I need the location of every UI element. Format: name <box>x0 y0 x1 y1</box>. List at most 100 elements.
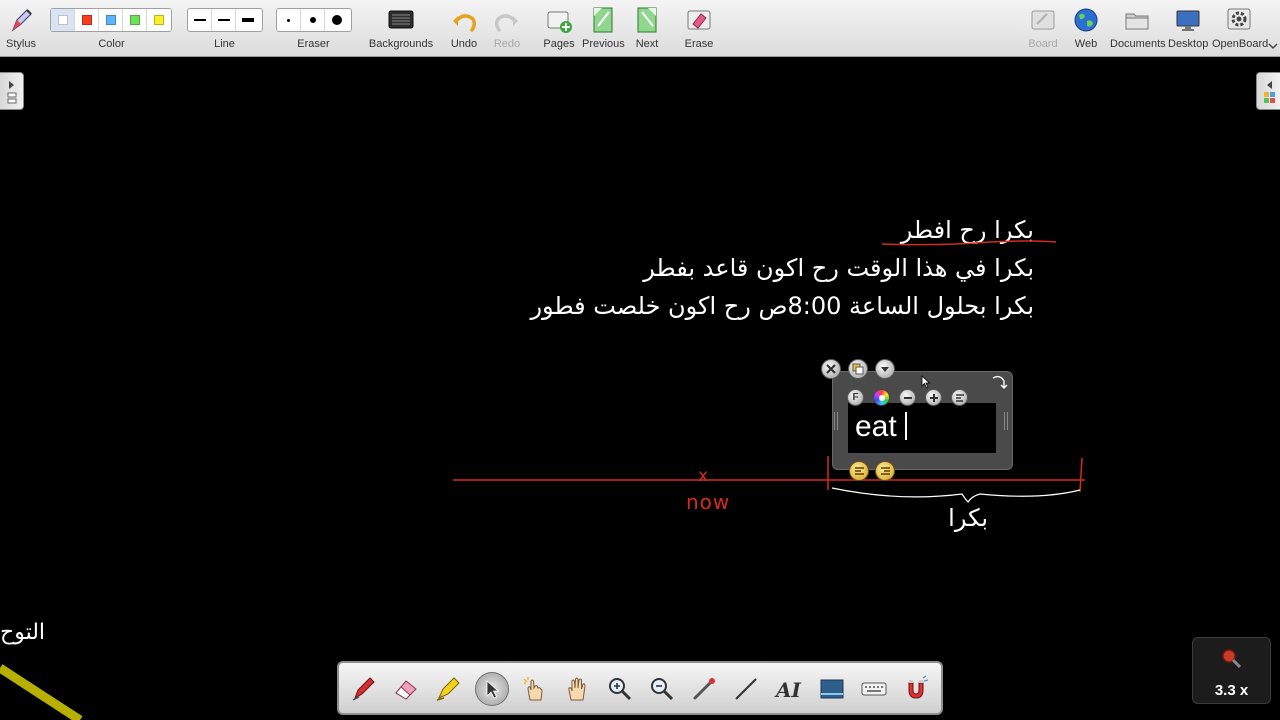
line-thick-option[interactable] <box>236 9 260 31</box>
eraser-icon <box>395 680 417 700</box>
stylus-button[interactable]: Stylus <box>2 4 40 54</box>
widget-align-right-button[interactable] <box>875 461 895 481</box>
align-right-icon <box>880 467 890 475</box>
eraser-group: Eraser <box>276 4 352 54</box>
pages-label: Pages <box>543 38 575 50</box>
text-align-button[interactable] <box>951 389 968 406</box>
magnet-tool-button[interactable] <box>899 672 933 706</box>
laser-pointer-icon <box>693 678 715 700</box>
capture-tool-button[interactable] <box>815 672 849 706</box>
minus-icon <box>903 396 912 399</box>
color-swatch-yellow[interactable] <box>147 9 171 31</box>
board-sentence-2: بكرا في هذا الوقت رح اكون قاعد بفطر <box>643 254 1034 282</box>
increase-font-button[interactable] <box>925 389 942 406</box>
board-mode-button[interactable]: Board <box>1024 4 1062 54</box>
widget-menu-button[interactable] <box>875 359 895 379</box>
backgrounds-button[interactable]: Backgrounds <box>366 4 436 54</box>
add-page-icon <box>547 11 572 33</box>
redo-label: Redo <box>493 38 521 50</box>
desktop-label: Desktop <box>1168 38 1209 50</box>
undo-button[interactable]: Undo <box>446 4 482 54</box>
resize-right-handle[interactable] <box>1004 412 1008 430</box>
text-widget-content: eat <box>855 410 897 443</box>
stylus-icon <box>11 9 32 32</box>
board-sentence-3: بكرا بحلول الساعة 8:00ص رح اكون خلصت فطو… <box>530 292 1034 320</box>
hand-tool-button[interactable] <box>560 672 594 706</box>
pen-icon <box>352 677 375 701</box>
color-label: Color <box>98 38 125 50</box>
resize-left-handle[interactable] <box>834 412 838 430</box>
font-button[interactable]: F <box>847 389 864 406</box>
eraser-size-options <box>276 8 352 32</box>
board-label: Board <box>1028 38 1058 50</box>
redo-icon <box>494 14 518 32</box>
tools-dock: AI <box>337 661 943 715</box>
line-group: Line <box>187 4 263 54</box>
capture-icon <box>820 679 844 699</box>
highlighter-tool-button[interactable] <box>431 672 465 706</box>
chevron-down-icon <box>881 367 889 372</box>
font-button-label: F <box>852 392 859 403</box>
widget-align-left-button[interactable] <box>849 461 869 481</box>
color-swatch-white[interactable] <box>51 9 75 31</box>
svg-text:AI: AI <box>774 678 802 702</box>
text-widget-editor[interactable]: eat <box>848 403 996 453</box>
right-palette-tab[interactable] <box>1256 72 1280 110</box>
pointing-hand-icon <box>523 677 543 701</box>
align-left-icon <box>955 393 964 402</box>
line-icon <box>735 678 757 700</box>
zoom-out-tool-button[interactable] <box>645 672 679 706</box>
zoom-in-tool-button[interactable] <box>603 672 637 706</box>
web-button[interactable]: Web <box>1068 4 1104 54</box>
page-thumbnails-icon <box>7 81 17 104</box>
sentence-underline <box>881 240 1057 246</box>
chevron-down-icon[interactable] <box>1268 42 1278 50</box>
color-swatch-green[interactable] <box>123 9 147 31</box>
play-tool-button[interactable] <box>517 672 551 706</box>
duplicate-widget-button[interactable] <box>848 359 868 379</box>
pen-tool-button[interactable] <box>347 672 381 706</box>
zoom-out-icon <box>651 678 674 701</box>
text-tool-button[interactable]: AI <box>771 672 805 706</box>
magnet-icon <box>908 675 929 699</box>
globe-icon <box>1074 8 1098 32</box>
erase-button[interactable]: Erase <box>680 4 718 54</box>
tomorrow-label: بكرا <box>948 504 988 532</box>
eraser-medium-option[interactable] <box>301 9 325 31</box>
rotate-icon[interactable] <box>990 373 1008 391</box>
hand-icon <box>568 677 586 701</box>
previous-page-button[interactable]: Previous <box>582 4 625 54</box>
line-medium-option[interactable] <box>212 9 236 31</box>
documents-button[interactable]: Documents <box>1110 4 1166 54</box>
line-thin-option[interactable] <box>188 9 212 31</box>
desktop-button[interactable]: Desktop <box>1168 4 1208 54</box>
selector-tool-button[interactable] <box>475 672 509 706</box>
close-widget-button[interactable] <box>821 359 841 379</box>
duplicate-icon <box>852 363 864 375</box>
color-swatch-blue[interactable] <box>99 9 123 31</box>
openboard-window: Stylus Color Line Eraser Backgrounds Und… <box>0 0 1280 720</box>
pages-button[interactable]: Pages <box>540 4 578 54</box>
eraser-small-option[interactable] <box>277 9 301 31</box>
color-wheel-icon <box>878 394 885 401</box>
folder-icon <box>1125 13 1149 30</box>
erase-label: Erase <box>684 38 714 50</box>
decrease-font-button[interactable] <box>899 389 916 406</box>
next-page-button[interactable]: Next <box>628 4 666 54</box>
left-palette-tab[interactable] <box>0 72 24 110</box>
redo-button[interactable]: Redo <box>489 4 525 54</box>
color-swatch-red[interactable] <box>75 9 99 31</box>
keyboard-tool-button[interactable] <box>857 672 891 706</box>
eraser-label: Eraser <box>297 38 330 50</box>
text-color-button[interactable] <box>873 389 890 406</box>
line-tool-button[interactable] <box>729 672 763 706</box>
previous-page-icon <box>593 7 613 33</box>
laser-pointer-tool-button[interactable] <box>687 672 721 706</box>
close-icon <box>826 364 836 374</box>
highlighter-stroke <box>0 664 83 720</box>
eraser-tool-button[interactable] <box>389 672 423 706</box>
monitor-icon <box>1176 10 1200 31</box>
eraser-large-option[interactable] <box>325 9 349 31</box>
now-label: now <box>686 490 731 514</box>
openboard-menu-button[interactable]: OpenBoard <box>1212 4 1268 54</box>
